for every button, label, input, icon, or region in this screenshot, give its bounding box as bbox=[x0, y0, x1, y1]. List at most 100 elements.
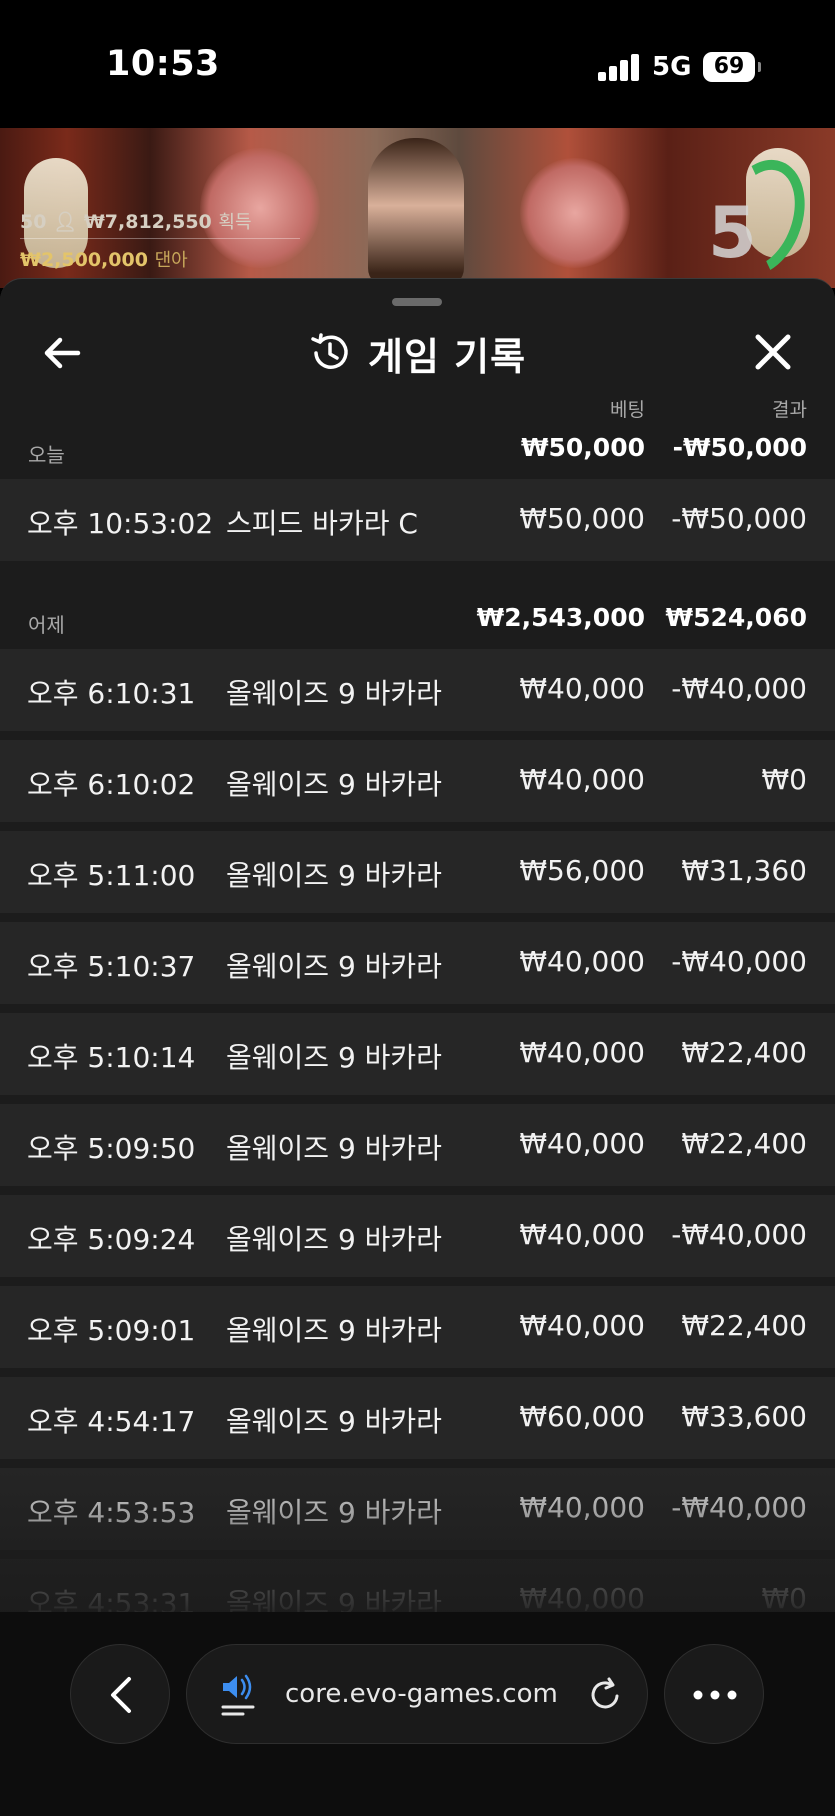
row-result: ₩0 bbox=[761, 1582, 808, 1613]
row-result: ₩33,600 bbox=[681, 1400, 807, 1433]
row-bet: ₩40,000 bbox=[519, 945, 645, 978]
table-row[interactable]: 오후 10:53:02 스피드 바카라 C ₩50,000 -₩50,000 bbox=[0, 479, 835, 561]
row-game: 올웨이즈 9 바카라 bbox=[226, 1132, 442, 1165]
player-count: 50 bbox=[20, 211, 47, 233]
table-row[interactable]: 오후 6:10:31 올웨이즈 9 바카라 ₩40,000 -₩40,000 bbox=[0, 649, 835, 731]
url-text: core.evo-games.com bbox=[285, 1679, 558, 1709]
row-game: 스피드 바카라 C bbox=[226, 507, 418, 540]
close-icon bbox=[755, 334, 791, 370]
row-game: 올웨이즈 9 바카라 bbox=[226, 768, 442, 801]
more-icon bbox=[693, 1690, 737, 1700]
row-bet: ₩40,000 bbox=[519, 1127, 645, 1160]
column-header-result: 결과 bbox=[772, 399, 807, 421]
sheet-header: 게임 기록 bbox=[308, 325, 526, 381]
speaker-icon bbox=[221, 1674, 255, 1716]
status-bar: 10:53 5G 69 bbox=[0, 0, 835, 128]
bet-amount: ₩2,500,000 bbox=[20, 249, 148, 271]
row-result: -₩50,000 bbox=[671, 502, 807, 535]
row-time: 오후 10:53:02 bbox=[27, 507, 214, 540]
row-time: 오후 5:11:00 bbox=[27, 859, 196, 892]
row-result: -₩40,000 bbox=[671, 945, 807, 978]
row-game: 올웨이즈 9 바카라 bbox=[226, 1314, 442, 1347]
row-time: 오후 5:09:24 bbox=[27, 1223, 196, 1256]
close-button[interactable] bbox=[750, 329, 796, 375]
table-row[interactable]: 오후 5:09:24 올웨이즈 9 바카라 ₩40,000 -₩40,000 bbox=[0, 1195, 835, 1277]
bet-line: ₩2,500,000 댄아 bbox=[20, 246, 188, 272]
group-label-today: 오늘 bbox=[28, 443, 65, 467]
more-button[interactable] bbox=[664, 1644, 764, 1744]
row-time: 오후 5:09:01 bbox=[27, 1314, 196, 1347]
table-row[interactable]: 오후 6:10:02 올웨이즈 9 바카라 ₩40,000 ₩0 bbox=[0, 740, 835, 822]
sheet-grabber[interactable] bbox=[392, 298, 442, 306]
row-time: 오후 6:10:31 bbox=[27, 677, 196, 710]
browser-back-button[interactable] bbox=[70, 1644, 170, 1744]
group-total-bet: ₩2,543,000 bbox=[476, 603, 645, 632]
divider bbox=[20, 238, 300, 239]
row-result: -₩40,000 bbox=[671, 1218, 807, 1251]
table-row[interactable]: 오후 4:53:53 올웨이즈 9 바카라 ₩40,000 -₩40,000 bbox=[0, 1468, 835, 1550]
table-row[interactable]: 오후 4:53:31 올웨이즈 9 바카라 ₩40,000 ₩0 bbox=[0, 1559, 835, 1613]
signal-icon bbox=[598, 54, 640, 81]
address-bar[interactable]: core.evo-games.com bbox=[186, 1644, 648, 1744]
table-row[interactable]: 오후 5:10:37 올웨이즈 9 바카라 ₩40,000 -₩40,000 bbox=[0, 922, 835, 1004]
balance-line: 50 👤︎ ₩7,812,550 획득 bbox=[20, 208, 252, 234]
group-total-bet: ₩50,000 bbox=[520, 433, 645, 462]
row-game: 올웨이즈 9 바카라 bbox=[226, 1405, 442, 1438]
row-bet: ₩40,000 bbox=[519, 672, 645, 705]
row-bet: ₩60,000 bbox=[519, 1400, 645, 1433]
row-result: ₩22,400 bbox=[681, 1127, 807, 1160]
row-time: 오후 5:09:50 bbox=[27, 1132, 196, 1165]
table-row[interactable]: 오후 4:54:17 올웨이즈 9 바카라 ₩60,000 ₩33,600 bbox=[0, 1377, 835, 1459]
blossom-decoration bbox=[520, 158, 630, 268]
table-row[interactable]: 오후 5:11:00 올웨이즈 9 바카라 ₩56,000 ₩31,360 bbox=[0, 831, 835, 913]
countdown-timer: 5 bbox=[708, 192, 757, 274]
row-time: 오후 4:54:17 bbox=[27, 1405, 196, 1438]
reload-icon[interactable] bbox=[585, 1675, 625, 1715]
row-bet: ₩56,000 bbox=[519, 854, 645, 887]
row-game: 올웨이즈 9 바카라 bbox=[226, 1496, 442, 1529]
row-time: 오후 6:10:02 bbox=[27, 768, 196, 801]
table-row[interactable]: 오후 5:09:50 올웨이즈 9 바카라 ₩40,000 ₩22,400 bbox=[0, 1104, 835, 1186]
back-icon bbox=[111, 1677, 131, 1713]
row-game: 올웨이즈 9 바카라 bbox=[226, 950, 442, 983]
browser-toolbar: core.evo-games.com bbox=[0, 1612, 835, 1816]
row-result: ₩31,360 bbox=[681, 854, 807, 887]
row-time: 오후 5:10:14 bbox=[27, 1041, 196, 1074]
back-button[interactable] bbox=[40, 331, 84, 375]
row-bet: ₩40,000 bbox=[519, 1218, 645, 1251]
row-bet: ₩40,000 bbox=[519, 763, 645, 796]
row-time: 오후 4:53:53 bbox=[27, 1496, 196, 1529]
table-row[interactable]: 오후 5:10:14 올웨이즈 9 바카라 ₩40,000 ₩22,400 bbox=[0, 1013, 835, 1095]
table-row[interactable]: 오후 5:09:01 올웨이즈 9 바카라 ₩40,000 ₩22,400 bbox=[0, 1286, 835, 1368]
group-total-result: -₩50,000 bbox=[672, 433, 807, 462]
row-game: 올웨이즈 9 바카라 bbox=[226, 859, 442, 892]
row-time: 오후 4:53:31 bbox=[27, 1587, 196, 1613]
live-video: 50 👤︎ ₩7,812,550 획득 ₩2,500,000 댄아 5 bbox=[0, 128, 835, 288]
game-history-sheet: 게임 기록 베팅 결과 오늘 ₩50,000 -₩50,000 오후 10:53… bbox=[0, 278, 835, 1613]
network-label: 5G bbox=[652, 52, 692, 82]
row-time: 오후 5:10:37 bbox=[27, 950, 196, 983]
row-bet: ₩40,000 bbox=[519, 1036, 645, 1069]
bet-suffix: 댄아 bbox=[154, 250, 188, 271]
row-bet: ₩50,000 bbox=[519, 502, 645, 535]
page-title: 게임 기록 bbox=[368, 334, 527, 379]
person-icon: 👤︎ bbox=[53, 211, 78, 233]
group-total-result: ₩524,060 bbox=[665, 603, 807, 632]
dealer-figure bbox=[368, 138, 464, 288]
group-label-yesterday: 어제 bbox=[28, 613, 65, 637]
arrow-left-icon bbox=[44, 337, 81, 369]
column-header-bet: 베팅 bbox=[610, 399, 645, 421]
row-result: -₩40,000 bbox=[671, 672, 807, 705]
row-game: 올웨이즈 9 바카라 bbox=[226, 1587, 442, 1613]
history-icon bbox=[311, 333, 348, 369]
row-game: 올웨이즈 9 바카라 bbox=[226, 1041, 442, 1074]
row-result: -₩40,000 bbox=[671, 1491, 807, 1524]
battery-icon: 69 bbox=[703, 52, 761, 82]
status-time: 10:53 bbox=[106, 44, 220, 84]
row-result: ₩0 bbox=[761, 763, 808, 796]
row-game: 올웨이즈 9 바카라 bbox=[226, 1223, 442, 1256]
row-bet: ₩40,000 bbox=[519, 1582, 645, 1613]
balance-suffix: 획득 bbox=[218, 212, 252, 233]
row-bet: ₩40,000 bbox=[519, 1491, 645, 1524]
row-game: 올웨이즈 9 바카라 bbox=[226, 677, 442, 710]
